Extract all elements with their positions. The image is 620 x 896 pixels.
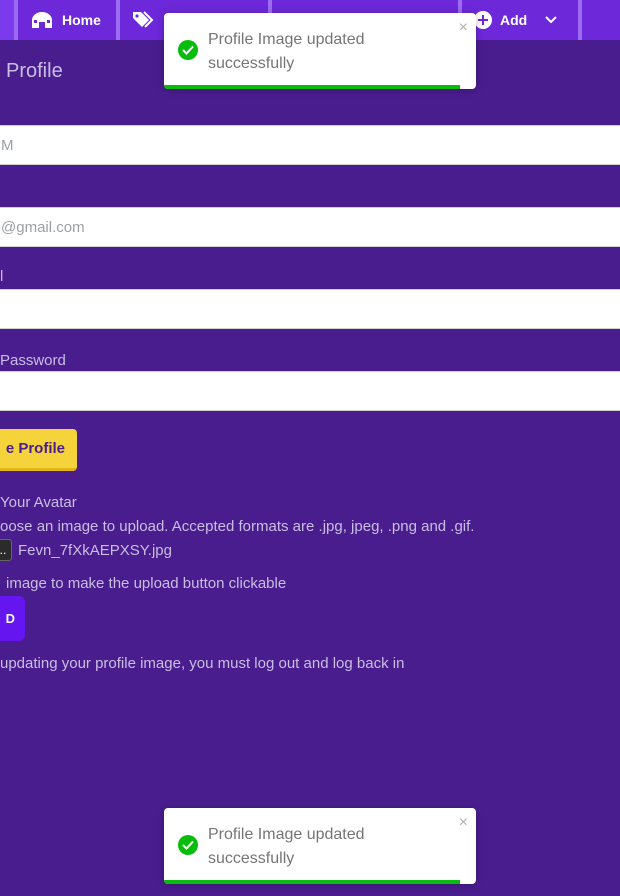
- toast-progress-bar: [164, 880, 461, 884]
- tags-icon: [132, 11, 154, 29]
- text-input[interactable]: [0, 289, 620, 329]
- toast-progress-bar: [164, 85, 461, 89]
- name-input[interactable]: M: [0, 125, 620, 165]
- chevron-down-icon: [545, 16, 557, 24]
- upload-button[interactable]: D: [0, 596, 25, 641]
- toast-message: Profile Image updated successfully: [208, 826, 365, 867]
- password-input[interactable]: [0, 371, 620, 411]
- toast-notification[interactable]: Profile Image updated successfully ×: [164, 808, 476, 884]
- nav-add-label: Add: [500, 12, 528, 28]
- nav-extra[interactable]: [578, 0, 620, 40]
- toast-notification[interactable]: Profile Image updated successfully ×: [164, 13, 476, 89]
- field-label: l: [0, 268, 4, 285]
- plus-circle-icon: [474, 11, 492, 29]
- file-name: Fevn_7fXkAEPXSY.jpg: [18, 542, 172, 559]
- relog-note: updating your profile image, you must lo…: [0, 655, 405, 672]
- toast-message: Profile Image updated successfully: [208, 31, 365, 72]
- password-label: Password: [0, 352, 66, 369]
- name-placeholder: M: [1, 137, 14, 154]
- choose-file-button[interactable]: ..: [0, 539, 12, 561]
- email-placeholder: @gmail.com: [1, 219, 85, 236]
- nav-home-label: Home: [62, 12, 101, 28]
- close-icon[interactable]: ×: [459, 19, 468, 37]
- check-circle-icon: [178, 835, 198, 855]
- upload-hint: image to make the upload button clickabl…: [6, 575, 287, 592]
- nav-home[interactable]: Home: [14, 0, 116, 40]
- check-circle-icon: [178, 40, 198, 60]
- avatar-help-text: oose an image to upload. Accepted format…: [0, 518, 475, 535]
- nav-add[interactable]: Add: [458, 0, 578, 40]
- close-icon[interactable]: ×: [459, 814, 468, 832]
- save-profile-button[interactable]: e Profile: [0, 429, 77, 471]
- email-input[interactable]: @gmail.com: [0, 207, 620, 247]
- page-title: Profile: [6, 60, 63, 82]
- home-icon: [30, 11, 54, 29]
- avatar-heading: Your Avatar: [0, 494, 77, 511]
